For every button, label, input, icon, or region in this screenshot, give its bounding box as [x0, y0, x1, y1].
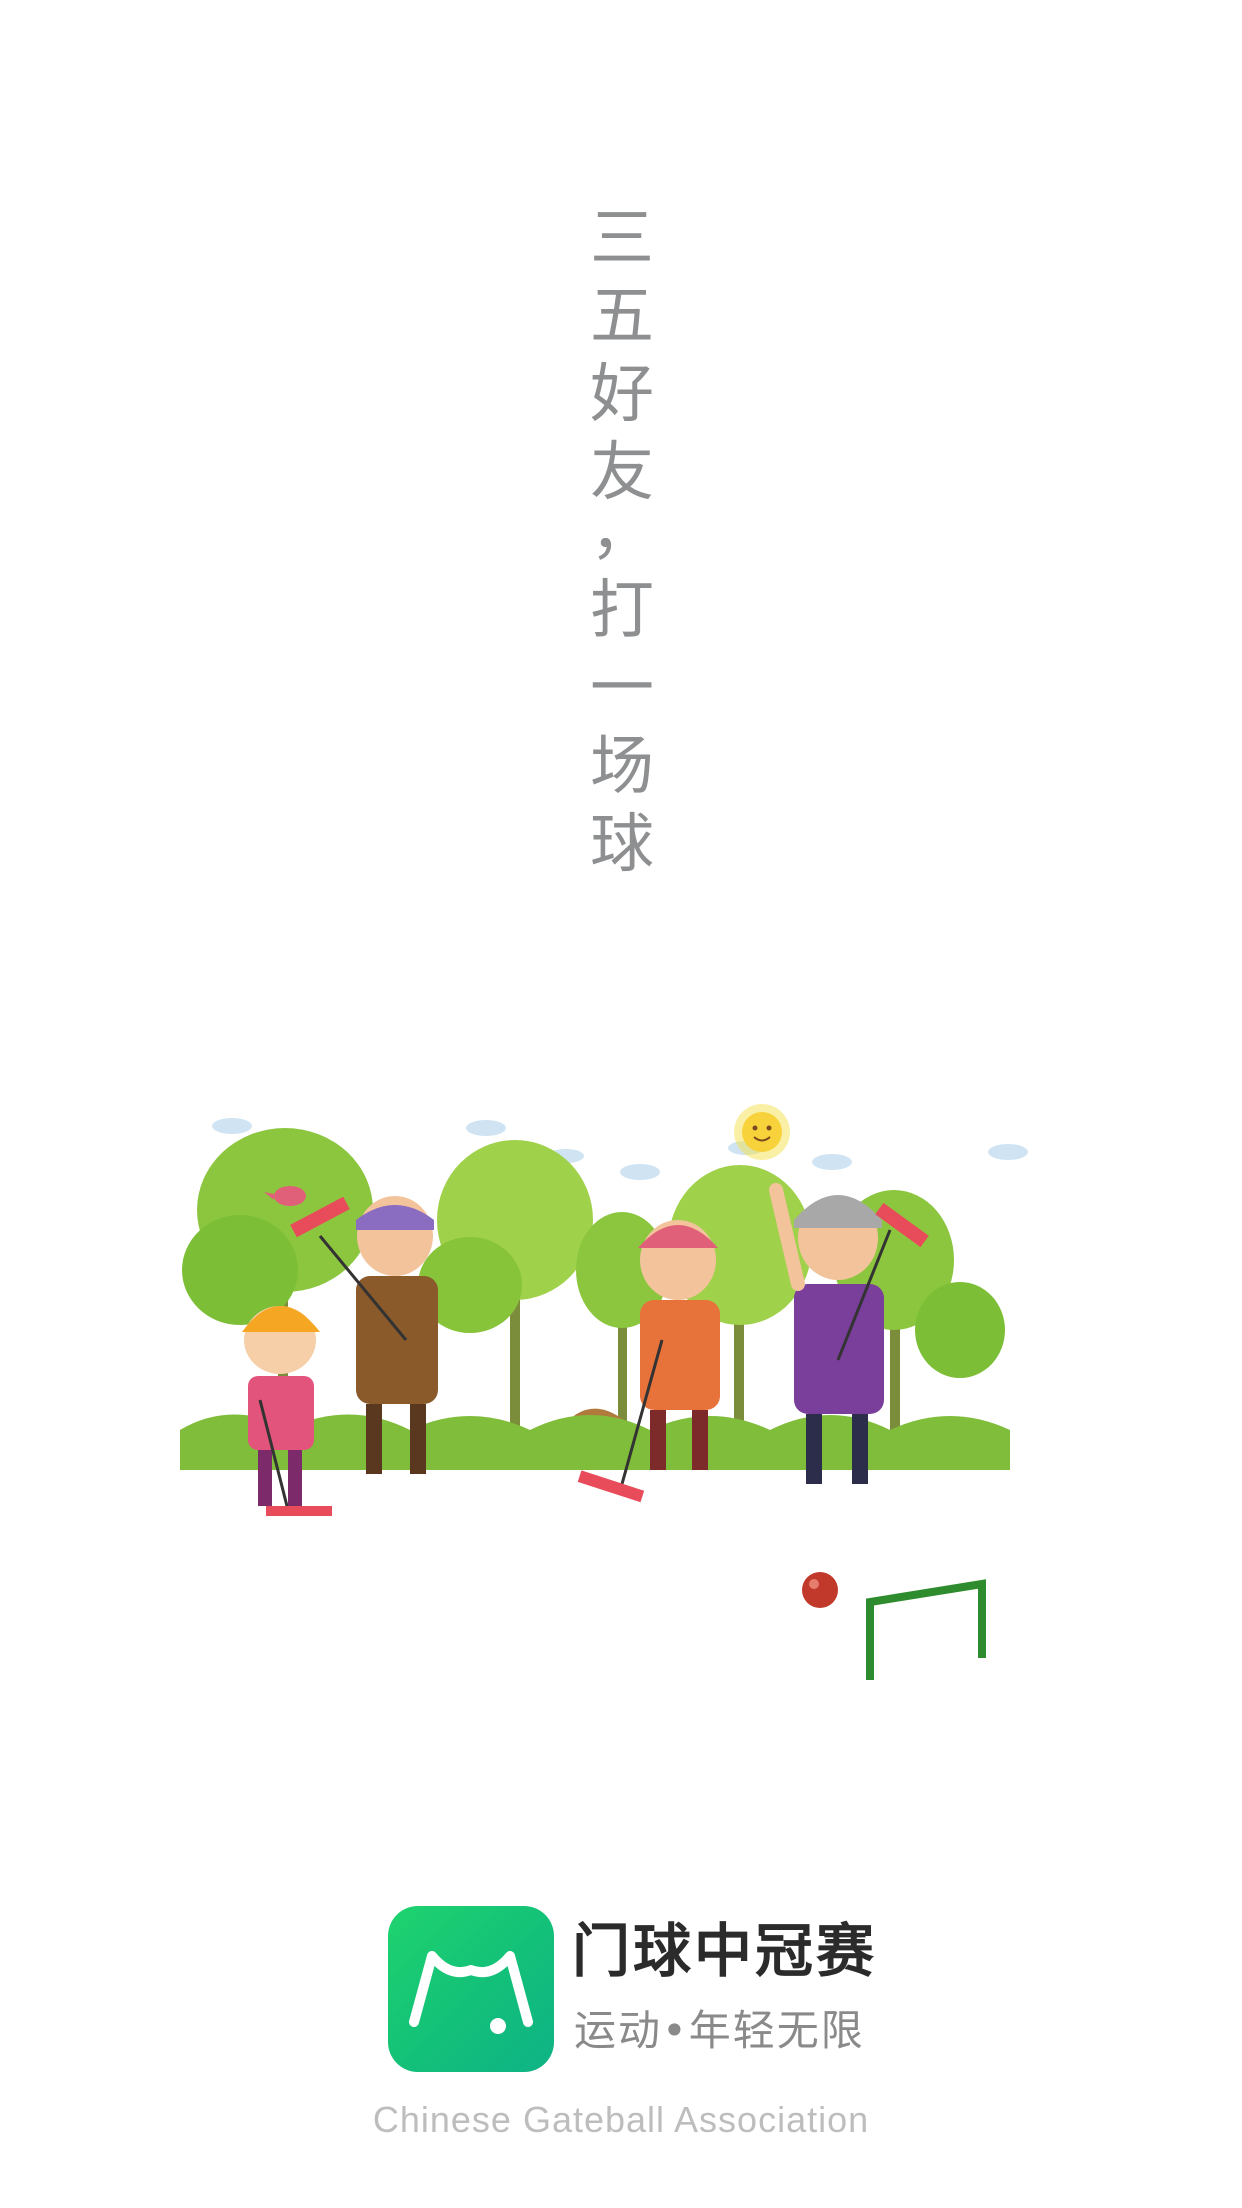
gate-hoop: [866, 1579, 986, 1680]
slogan-char: 打: [590, 574, 654, 648]
slogan-comma: ，: [590, 495, 654, 569]
slogan-char: 好: [590, 358, 654, 432]
gateball-ball: [802, 1572, 838, 1608]
gateball-players-illustration: [180, 1104, 1028, 1680]
vertical-slogan: 三 五 好 友 ， 打 一 场 球: [586, 200, 658, 884]
sun-icon: [734, 1104, 790, 1160]
slogan-char: 三: [590, 202, 654, 276]
slogan-char: 五: [590, 280, 654, 354]
app-name: 门球中冠赛: [572, 1917, 878, 1985]
app-tagline: 运动•年轻无限: [574, 2006, 865, 2055]
app-logo: [388, 1906, 554, 2072]
slogan-char: 球: [590, 808, 654, 882]
player-one: [242, 1306, 332, 1516]
gate-arch-icon: [409, 1951, 533, 2034]
slogan-char: 一: [590, 652, 654, 726]
slogan-char: 场: [590, 730, 654, 804]
english-name: Chinese Gateball Association: [372, 2099, 870, 2140]
